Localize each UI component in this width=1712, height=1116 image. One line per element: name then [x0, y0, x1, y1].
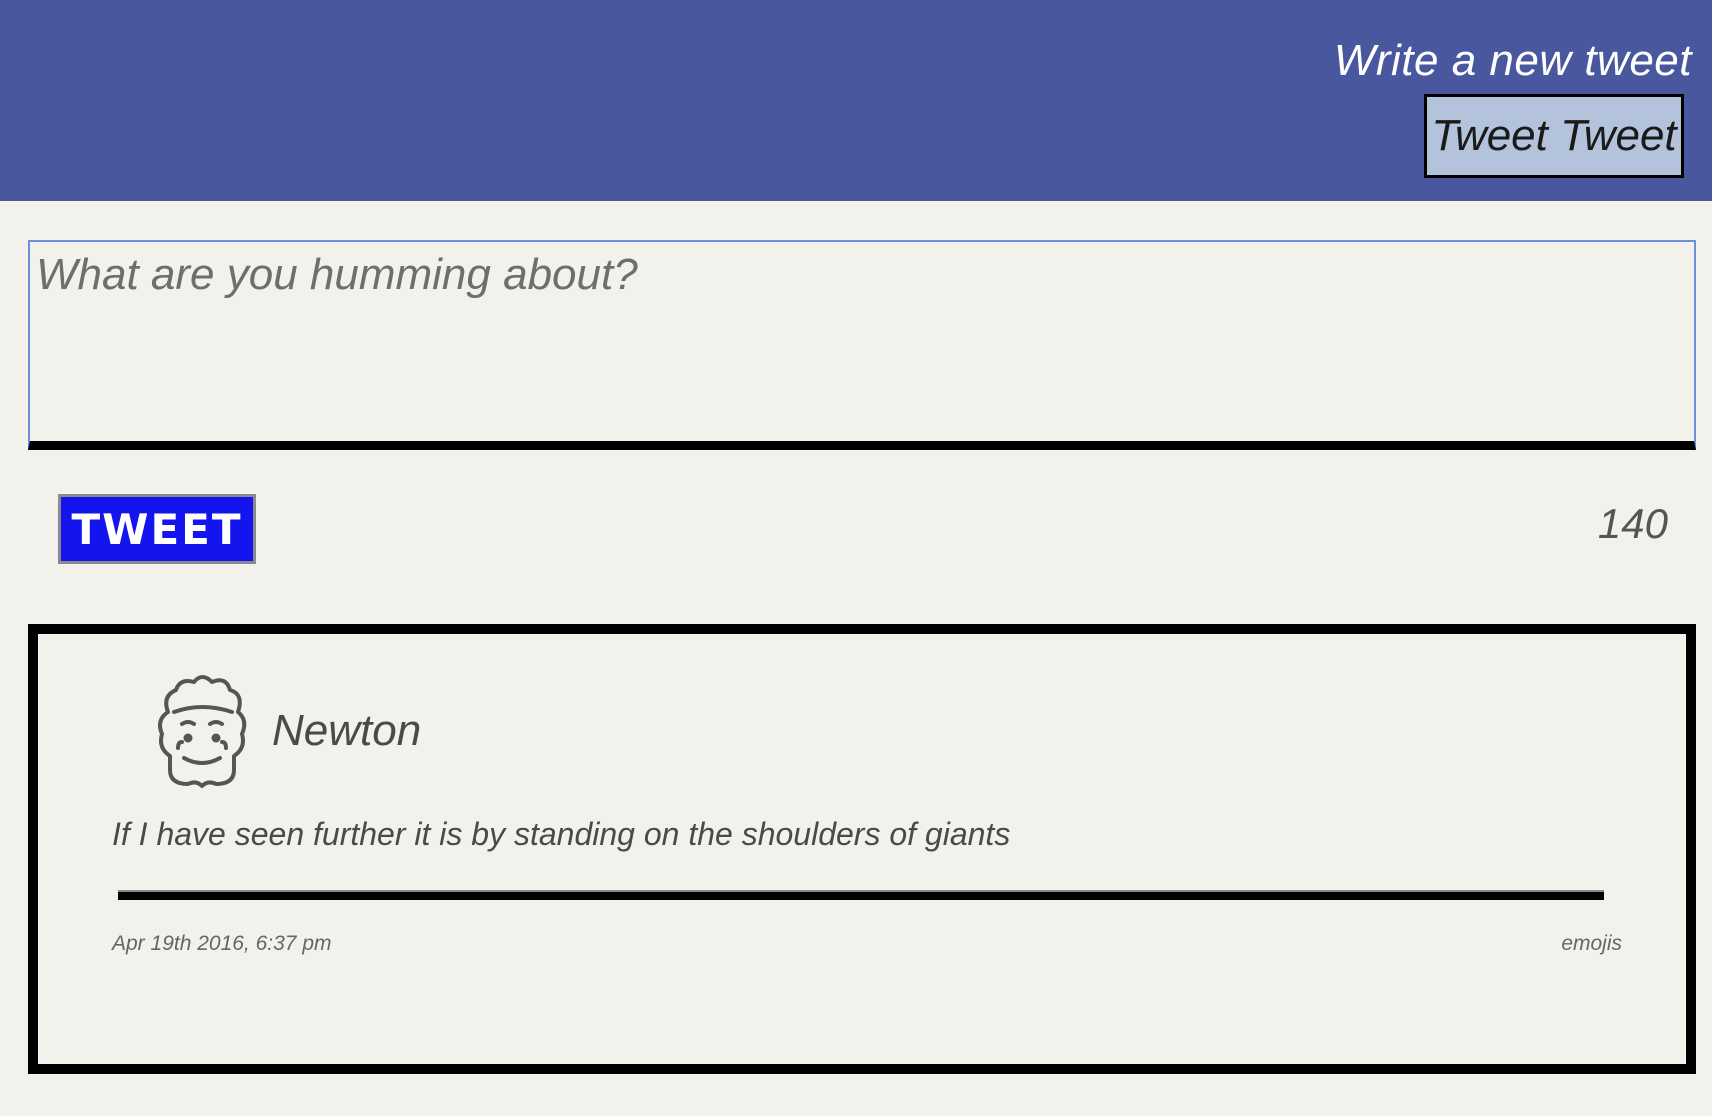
tweet-divider [118, 890, 1604, 900]
curly-hair-face-icon [138, 662, 268, 792]
tweet-submit-button[interactable]: TWEET [58, 494, 256, 564]
character-counter: 140 [1597, 500, 1668, 547]
tweet-compose-input[interactable] [28, 240, 1696, 450]
tweet-author-name: Newton [272, 706, 422, 755]
tweet-timestamp: Apr 19th 2016, 6:37 pm [112, 932, 332, 955]
tweet-card: Newton If I have seen further it is by s… [28, 624, 1696, 1074]
emojis-link[interactable]: emojis [1561, 932, 1622, 956]
header-title: Write a new tweet [1333, 36, 1692, 85]
app-header: Write a new tweet Tweet Tweet [0, 0, 1712, 201]
compose-toggle-button[interactable]: Tweet Tweet [1424, 94, 1684, 178]
tweet-text: If I have seen further it is by standing… [112, 816, 1011, 852]
